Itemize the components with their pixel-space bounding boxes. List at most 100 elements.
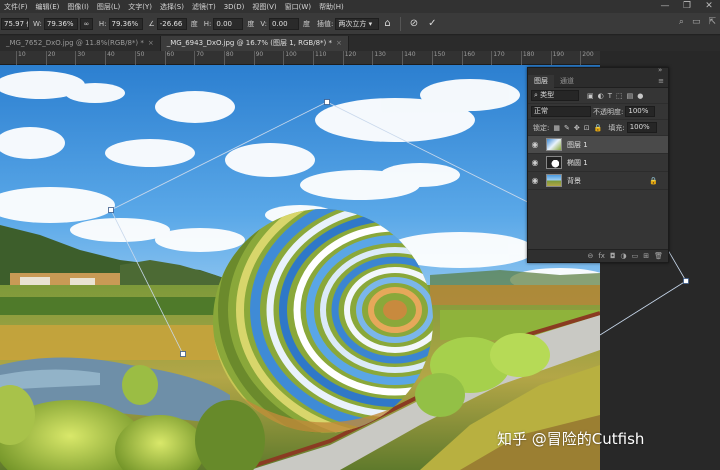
layer-filter-select[interactable]: ⌕ 类型 [531,90,579,101]
lock-paint-icon[interactable]: ✎ [564,124,570,132]
lock-label: 锁定: [533,123,550,132]
fill-field[interactable]: 100% [626,122,657,133]
watermark: 知乎 @冒险的Cutfish [497,430,645,448]
eye-icon[interactable]: ◉ [528,140,542,149]
layer-row-layer1[interactable]: ◉ 图层 1 [528,136,668,154]
lock-icon[interactable]: 🔒 [649,177,658,185]
blend-mode-select[interactable]: 正常 [531,106,591,117]
interpolation-select[interactable]: 两次立方 ▾ [335,17,380,30]
menu-3d[interactable]: 3D(D) [220,3,249,11]
ruler-tick: 70 [194,51,204,65]
horizontal-ruler[interactable]: 10 20 30 40 50 60 70 80 90 100 110 120 130 140 150 160 1… [0,51,600,65]
document-tabs: _MG_7652_DxO.jpg @ 11.8%(RGB/8*) * × _MG_… [0,36,720,51]
new-layer-icon[interactable]: ⊞ [643,252,649,260]
layer-row-ellipse1[interactable]: ◉ 椭圆 1 [528,154,668,172]
menu-help[interactable]: 帮助(H) [315,2,348,12]
link-icon[interactable]: ∞ [79,17,93,30]
panel-menu-icon[interactable]: ≡ [658,77,664,85]
eye-icon[interactable]: ◉ [528,158,542,167]
folder-icon[interactable]: ▭ [632,252,639,260]
menu-image[interactable]: 图像(I) [63,2,93,12]
options-bar: 75.97 像 W: 79.36% ∞ H: 79.36% ∠ -26.66 度… [0,13,720,35]
ruler-tick: 200 [580,51,594,65]
layers-panel: » 图层 通道 ≡ ⌕ 类型 ▣ ◐ T ⬚ ▤ ● 正常 不透明度: 100%… [527,66,669,263]
menu-layer[interactable]: 图层(L) [93,2,124,12]
lock-all-icon[interactable]: 🔒 [594,124,603,132]
lock-row: 锁定: ▦ ✎ ✥ ⊡ 🔒 填充: 100% [528,120,668,136]
adjustment-icon[interactable]: ◑ [621,252,627,260]
transform-handle[interactable] [324,99,330,105]
text-filter-icon[interactable]: T [608,92,612,100]
trash-icon[interactable]: 🗑 [654,252,663,260]
transform-handle[interactable] [108,207,114,213]
opacity-label: 不透明度: [593,107,624,116]
filter-kind-label: 类型 [540,91,555,99]
minimize-icon[interactable]: — [654,0,676,13]
ruler-tick: 160 [461,51,475,65]
tab-close-icon[interactable]: × [148,39,154,47]
vskew-field[interactable]: 0.00 [268,17,299,30]
shape-filter-icon[interactable]: ⬚ [616,92,623,100]
options-divider [399,16,401,31]
document-canvas[interactable] [0,65,600,470]
menu-view[interactable]: 视图(V) [248,2,280,12]
restore-icon[interactable]: ❐ [676,0,698,13]
layer-name[interactable]: 椭圆 1 [567,158,588,168]
close-icon[interactable]: ✕ [698,0,720,13]
layer-name[interactable]: 图层 1 [567,140,588,150]
tab-label: _MG_7652_DxO.jpg @ 11.8%(RGB/8*) * [6,39,144,47]
cancel-transform-icon[interactable]: ⊘ [410,18,418,29]
ruler-tick: 50 [134,51,145,65]
lock-move-icon[interactable]: ✥ [574,124,580,132]
pixel-filter-icon[interactable]: ▣ [587,92,594,100]
menu-file[interactable]: 文件(F) [0,2,32,12]
adjust-filter-icon[interactable]: ◐ [598,92,604,100]
fx-icon[interactable]: fx [598,252,605,260]
smart-filter-icon[interactable]: ▤ [627,92,634,100]
angle-icon: ∠ [148,19,155,28]
menu-bar: 文件(F) 编辑(E) 图像(I) 图层(L) 文字(Y) 选择(S) 滤镜(T… [0,0,720,13]
canvas-image [0,65,600,470]
window-controls: — ❐ ✕ [654,0,720,13]
tab-document-2[interactable]: _MG_6943_DxO.jpg @ 16.7% (图层 1, RGB/8*) … [160,36,349,51]
ruler-tick: 100 [283,51,297,65]
menu-type[interactable]: 文字(Y) [124,2,156,12]
workspace-icon[interactable]: ▭ [692,17,701,27]
ruler-tick: 30 [75,51,86,65]
menu-select[interactable]: 选择(S) [156,2,188,12]
height-field[interactable]: 79.36% [108,17,143,30]
ruler-tick: 110 [312,51,327,65]
lock-artboard-icon[interactable]: ⊡ [584,124,590,132]
transform-handle[interactable] [180,351,186,357]
menu-filter[interactable]: 滤镜(T) [188,2,220,12]
transform-handle[interactable] [683,278,689,284]
share-icon[interactable]: ⇱ [708,17,716,27]
angle-unit: 度 [190,19,198,28]
tab-document-1[interactable]: _MG_7652_DxO.jpg @ 11.8%(RGB/8*) * × [0,36,161,51]
tab-close-icon[interactable]: × [336,39,342,47]
lock-pixels-icon[interactable]: ▦ [553,124,560,132]
hskew-field[interactable]: 0.00 [213,17,244,30]
menu-window[interactable]: 窗口(W) [281,2,315,12]
filter-toggle-icon[interactable]: ● [637,92,643,100]
width-field[interactable]: 79.36% [43,17,78,30]
commit-transform-icon[interactable]: ✓ [428,18,436,29]
ruler-tick: 150 [431,51,446,65]
opacity-field[interactable]: 100% [625,106,656,117]
hskew-label: H: [203,19,212,28]
tab-channels[interactable]: 通道 [554,75,580,88]
eye-icon[interactable]: ◉ [528,176,542,185]
warp-icon[interactable]: ⌂ [384,18,390,29]
ruler-tick: 190 [550,51,565,65]
menu-edit[interactable]: 编辑(E) [32,2,64,12]
angle-field[interactable]: -26.66 [156,17,187,30]
x-field[interactable]: 75.97 像 [1,17,29,30]
layer-row-background[interactable]: ◉ 背景 🔒 [528,172,668,190]
layer-name[interactable]: 背景 [567,176,581,186]
link-layers-icon[interactable]: ⊖ [587,252,593,260]
tab-label: _MG_6943_DxO.jpg @ 16.7% (图层 1, RGB/8*) … [166,39,332,47]
collapse-icon[interactable]: » [658,66,662,74]
search-icon[interactable]: ⌕ [679,17,684,27]
tab-layers[interactable]: 图层 [528,74,554,88]
mask-icon[interactable]: ◘ [610,252,616,260]
